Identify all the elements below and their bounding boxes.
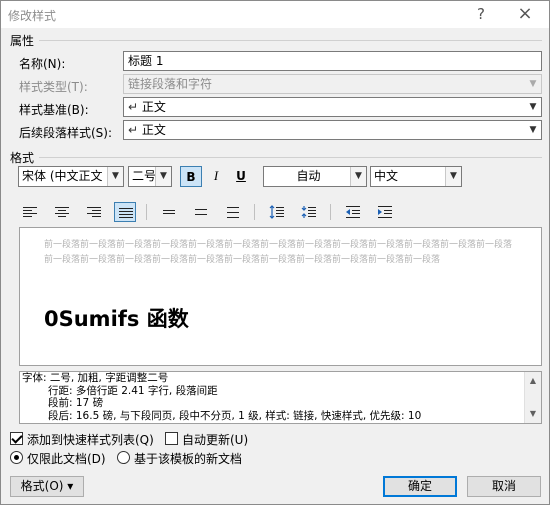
following-style-select[interactable]: ↵ 正文 ▼ [123,120,542,140]
align-center-button[interactable] [51,202,73,222]
style-type-value: 链接段落和字符 [128,77,213,91]
chevron-down-icon[interactable]: ▼ [445,167,461,186]
following-style-label: 后续段落样式(S): [19,126,113,140]
single-spacing-button[interactable] [158,202,180,222]
description-line: 段后: 16.5 磅, 与下段同页, 段中不分页, 1 级, 样式: 链接, 快… [48,409,422,422]
scroll-up-icon[interactable]: ▲ [525,373,541,389]
name-label: 名称(N): [19,57,66,71]
one-half-spacing-button[interactable] [190,202,212,222]
based-on-select[interactable]: ↵ 正文 ▼ [123,97,542,117]
add-to-gallery-checkbox[interactable] [10,432,23,445]
chevron-down-icon[interactable]: ▼ [525,121,541,139]
only-this-document-radio[interactable] [10,451,23,464]
align-left-icon [23,207,37,217]
add-to-gallery-label[interactable]: 添加到快速样式列表(Q) [27,431,154,448]
section-divider [39,157,542,158]
name-input[interactable]: 标题 1 [123,51,542,71]
based-on-value: 正文 [141,100,166,114]
language-value: 中文 [374,169,399,183]
italic-button[interactable]: I [205,166,227,187]
based-on-label: 样式基准(B): [19,103,89,117]
toolbar-separator [254,204,255,220]
single-spacing-icon [163,210,175,214]
help-button[interactable]: ? [466,3,496,25]
double-spacing-icon [227,207,239,218]
properties-section-label: 属性 [10,34,35,48]
close-button[interactable]: × [510,3,540,25]
align-left-button[interactable] [19,202,41,222]
increase-indent-button[interactable] [374,202,396,222]
decrease-paragraph-spacing-button[interactable] [298,202,320,222]
title-bar: 修改样式 ? × [1,1,549,28]
scroll-down-icon[interactable]: ▼ [525,406,541,422]
auto-update-checkbox[interactable] [165,432,178,445]
font-size-select[interactable]: 二号 ▼ [128,166,172,187]
following-style-value: 正文 [141,123,166,137]
font-select[interactable]: 宋体 (中文正文 ▼ [18,166,124,187]
font-color-select[interactable]: 自动 ▼ [263,166,367,187]
ok-button[interactable]: 确定 [383,476,457,497]
font-value: 宋体 (中文正文 [22,169,103,183]
previous-paragraph-preview: 前一段落前一段落前一段落前一段落前一段落前一段落前一段落前一段落前一段落前一段落… [44,240,513,265]
modify-style-dialog: 修改样式 ? × 属性 名称(N): 标题 1 样式类型(T): 链接段落和字符… [0,0,550,505]
formatting-section-label: 格式 [10,151,35,165]
increase-indent-icon [378,206,392,218]
style-type-select: 链接段落和字符 ▼ [123,74,542,94]
description-line: 字体: 二号, 加粗, 字距调整二号 [22,372,169,384]
align-center-icon [55,207,69,217]
increase-paragraph-spacing-button[interactable] [266,202,288,222]
auto-update-label[interactable]: 自动更新(U) [182,431,248,448]
description-line: 段前: 17 磅 [48,397,104,409]
font-color-value: 自动 [296,169,321,183]
underline-button[interactable]: U [230,166,252,187]
chevron-down-icon[interactable]: ▼ [525,98,541,116]
toolbar-separator [146,204,147,220]
description-text: 字体: 二号, 加粗, 字距调整二号 行距: 多倍行距 2.41 字行, 段落间… [22,372,520,422]
chevron-down-icon[interactable]: ▼ [350,167,366,186]
description-scrollbar[interactable]: ▲ ▼ [524,372,541,423]
increase-spacing-icon [269,205,284,219]
format-menu-button[interactable]: 格式(O) ▾ [10,476,84,497]
one-half-spacing-icon [195,209,207,215]
paragraph-mark-icon: ↵ [128,100,139,114]
toolbar-separator [330,204,331,220]
justify-icon [119,208,133,218]
double-spacing-button[interactable] [222,202,244,222]
window-title: 修改样式 [8,9,57,23]
decrease-indent-button[interactable] [342,202,364,222]
paragraph-mark-icon: ↵ [128,123,139,137]
heading-preview: 0Sumifs 函数 [44,307,189,331]
decrease-indent-icon [346,206,360,218]
name-input-value: 标题 1 [128,54,164,68]
format-button-label: 格式(O) [20,479,64,493]
chevron-down-icon[interactable]: ▼ [155,167,171,186]
justify-button[interactable] [114,202,136,222]
style-type-label: 样式类型(T): [19,80,88,94]
language-select[interactable]: 中文 ▼ [370,166,462,187]
align-right-button[interactable] [83,202,105,222]
chevron-down-icon[interactable]: ▼ [107,167,123,186]
align-right-icon [87,207,101,217]
style-description[interactable]: 字体: 二号, 加粗, 字距调整二号 行距: 多倍行距 2.41 字行, 段落间… [19,371,542,424]
chevron-down-icon: ▼ [529,79,537,89]
section-divider [39,40,542,41]
new-documents-radio[interactable] [117,451,130,464]
bold-button[interactable]: B [180,166,202,187]
new-documents-label[interactable]: 基于该模板的新文档 [134,450,242,467]
only-this-document-label[interactable]: 仅限此文档(D) [27,450,106,467]
description-line: 行距: 多倍行距 2.41 字行, 段落间距 [48,384,218,397]
font-size-value: 二号 [132,169,157,183]
dropdown-arrow-icon: ▾ [67,479,74,493]
cancel-button[interactable]: 取消 [467,476,541,497]
style-preview: 前一段落前一段落前一段落前一段落前一段落前一段落前一段落前一段落前一段落前一段落… [19,227,542,366]
decrease-spacing-icon [301,206,316,218]
